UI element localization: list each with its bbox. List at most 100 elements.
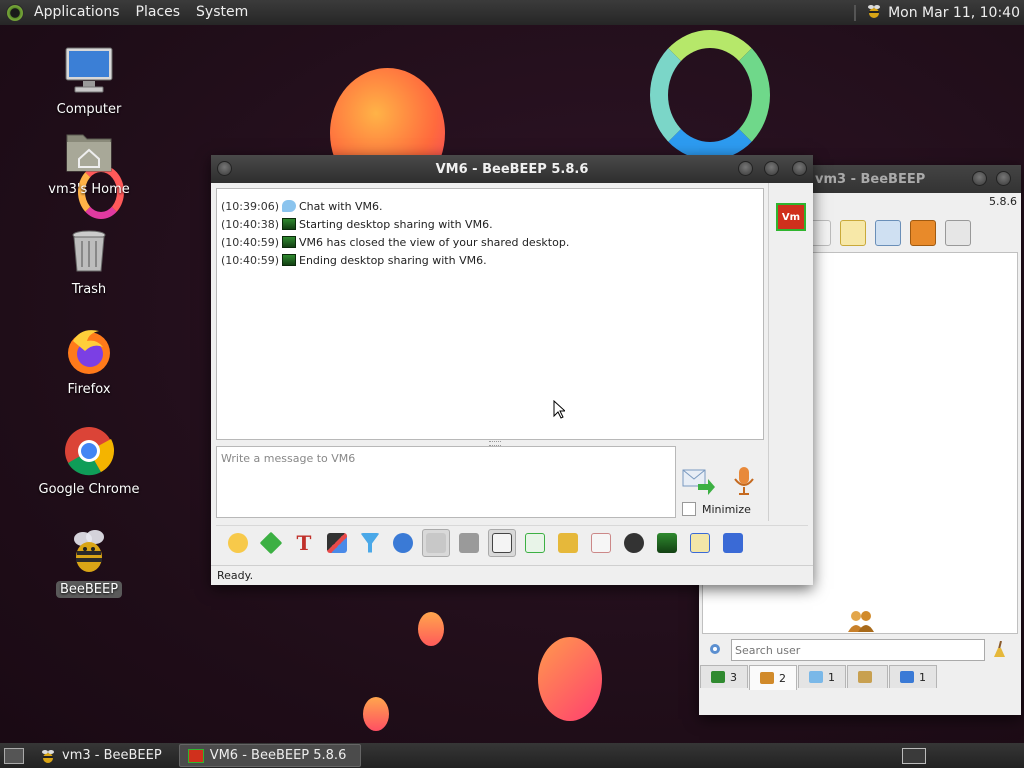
desktop-icon-google-chrome[interactable]: Google Chrome [34, 425, 144, 498]
taskbar-item-label: vm3 - BeeBEEP [62, 748, 162, 763]
sound-button[interactable] [488, 528, 516, 557]
menu-places[interactable]: Places [128, 0, 189, 25]
update-icon[interactable] [910, 220, 936, 246]
distro-logo-icon[interactable] [6, 3, 24, 22]
message-text: Chat with VM6. [299, 199, 383, 213]
search-row [702, 637, 1018, 663]
avatar[interactable]: Vm [776, 203, 806, 231]
top-panel: Applications Places System Mon Mar 11, 1… [0, 0, 1024, 25]
chat-window-title: VM6 - BeeBEEP 5.8.6 [435, 161, 589, 177]
settings-gear-icon[interactable] [708, 642, 722, 659]
tab-count: 1 [828, 670, 835, 684]
maximize-icon[interactable] [996, 171, 1011, 186]
close-icon[interactable] [792, 161, 807, 176]
font-button[interactable]: T [290, 529, 318, 557]
menu-applications[interactable]: Applications [26, 0, 128, 25]
desktop-icon-home[interactable]: vm3's Home [34, 125, 144, 198]
desktop-icon-label: Firefox [67, 382, 111, 397]
screen-share-icon [657, 532, 677, 553]
microphone-button[interactable] [730, 465, 758, 497]
minimize-label: Minimize [702, 502, 751, 516]
tab-count: 2 [779, 671, 786, 685]
workspace-switcher[interactable] [902, 747, 926, 764]
users-icon [846, 610, 876, 632]
tab-chats[interactable]: 1 [798, 665, 846, 688]
message-text: VM6 has closed the view of your shared d… [299, 235, 570, 249]
chat-log[interactable]: (10:39:06) Chat with VM6. (10:40:38) Sta… [216, 188, 764, 440]
emoticon-button[interactable] [224, 529, 252, 557]
menu-system[interactable]: System [188, 0, 256, 25]
version-label: 5.8.6 [989, 195, 1017, 208]
color-button[interactable] [323, 529, 351, 557]
message-input[interactable] [216, 446, 676, 518]
html-button[interactable] [587, 529, 615, 557]
share-desktop-button[interactable] [653, 529, 681, 557]
taskbar-item-vm6[interactable]: VM6 - BeeBEEP 5.8.6 [178, 744, 362, 767]
nudge-button[interactable] [257, 529, 285, 557]
camera-icon [624, 532, 644, 553]
chat-toolbar: T [216, 525, 808, 559]
show-desktop-icon[interactable] [4, 747, 24, 764]
bee-tray-icon[interactable] [866, 3, 882, 23]
minimize-checkbox-row[interactable]: Minimize [682, 502, 751, 516]
send-file-button[interactable] [554, 529, 582, 557]
home-folder-icon [63, 125, 115, 177]
tab-users[interactable]: 2 [749, 665, 797, 690]
message-text: Ending desktop sharing with VM6. [299, 253, 487, 267]
desktop-icon-trash[interactable]: Trash [34, 225, 144, 298]
tab-screens[interactable]: 3 [700, 665, 748, 688]
taskbar-item-label: VM6 - BeeBEEP 5.8.6 [209, 748, 347, 763]
tab-files[interactable]: 1 [889, 665, 937, 688]
minimize-checkbox[interactable] [682, 502, 696, 516]
filter-button[interactable] [356, 529, 384, 557]
export-icon [525, 532, 545, 553]
screen-share-icon [282, 254, 296, 266]
clear-icon[interactable] [945, 220, 971, 246]
chats-icon [809, 671, 823, 683]
clock[interactable]: Mon Mar 11, 10:40 [888, 5, 1020, 21]
main-window-tabs: 3 2 1 1 [700, 665, 938, 690]
code-icon [591, 532, 611, 553]
smiley-icon [228, 532, 248, 553]
gem-icon [259, 531, 283, 554]
save-button[interactable] [719, 529, 747, 557]
tab-groups[interactable] [847, 665, 888, 688]
message-text: Starting desktop sharing with VM6. [299, 217, 493, 231]
computer-icon [63, 45, 115, 97]
edit-button[interactable] [686, 529, 714, 557]
search-user-input[interactable] [731, 639, 985, 661]
groups-icon [858, 671, 872, 683]
edit-icon[interactable] [840, 220, 866, 246]
bee-icon [63, 525, 115, 577]
broom-icon[interactable] [993, 640, 1007, 660]
desktop-icon-firefox[interactable]: Firefox [34, 325, 144, 398]
tray-separator [854, 4, 857, 21]
desktop-icon-beebeep[interactable]: BeeBEEP [34, 525, 144, 598]
chat-window-titlebar[interactable]: VM6 - BeeBEEP 5.8.6 [211, 155, 813, 183]
dictionary-button[interactable] [455, 529, 483, 557]
chat-message: (10:40:59) Ending desktop sharing with V… [221, 251, 763, 269]
window-menu-icon[interactable] [217, 161, 232, 176]
firefox-icon [63, 325, 115, 377]
spellcheck-button[interactable] [422, 528, 450, 557]
wallpaper-orange-shape [538, 637, 602, 721]
chrome-icon [63, 425, 115, 477]
send-button[interactable] [682, 466, 716, 496]
color-picker-icon [327, 532, 347, 553]
wallpaper-orange-shape [363, 697, 389, 731]
settings-button[interactable] [389, 529, 417, 557]
gears-icon [393, 532, 413, 553]
minimize-icon[interactable] [972, 171, 987, 186]
main-window-title: vm3 - BeeBEEP [815, 171, 926, 187]
trash-icon [63, 225, 115, 277]
minimize-icon[interactable] [738, 161, 753, 176]
save-chat-button[interactable] [521, 529, 549, 557]
status-text: Ready. [217, 569, 254, 582]
tools-icon[interactable] [875, 220, 901, 246]
screenshot-button[interactable] [620, 529, 648, 557]
taskbar-item-vm3[interactable]: vm3 - BeeBEEP [32, 745, 176, 766]
message-time: (10:39:06) [221, 199, 279, 213]
send-file-icon [558, 532, 578, 553]
maximize-icon[interactable] [764, 161, 779, 176]
desktop-icon-computer[interactable]: Computer [34, 45, 144, 118]
